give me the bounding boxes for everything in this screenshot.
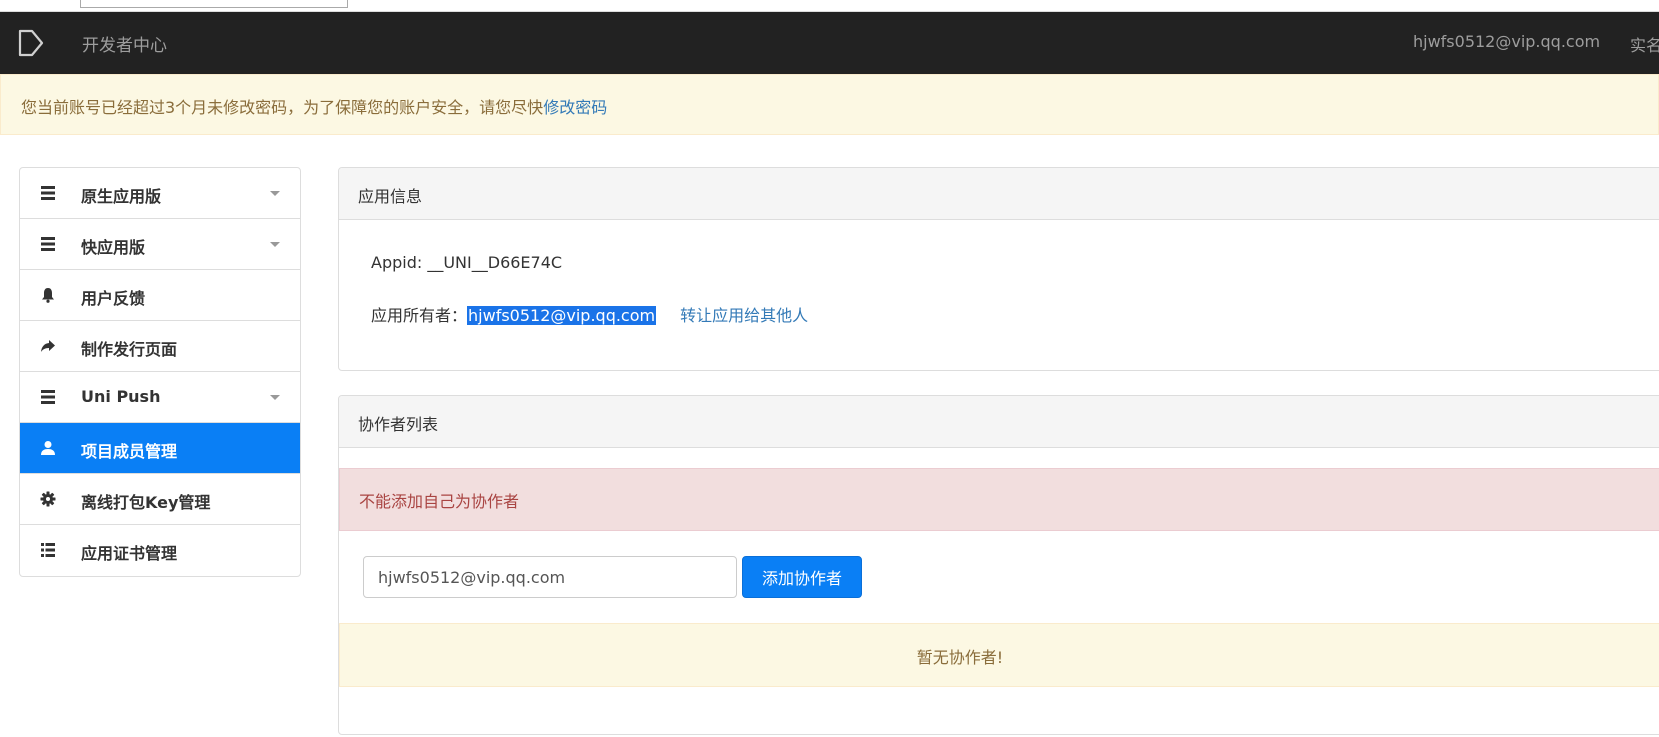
collaborators-heading: 协作者列表 [339,396,1659,448]
appid-row: Appid: __UNI__D66E74C [371,253,562,272]
top-navbar: 开发者中心 hjwfs0512@vip.qq.com 实名 [0,12,1659,74]
sidebar-item-quick-app[interactable]: 快应用版 [20,219,300,270]
user-icon [41,441,55,455]
owner-label: 应用所有者： [371,306,468,325]
sidebar-item-certificate[interactable]: 应用证书管理 [20,525,300,576]
add-collaborator-button[interactable]: 添加协作者 [742,556,862,598]
gear-icon [40,491,56,507]
change-password-link[interactable]: 修改密码 [543,98,607,117]
bell-icon [42,288,54,303]
logo-icon[interactable] [18,29,44,57]
sidebar: 原生应用版 快应用版 用户反馈 制作发行页面 Uni Push 项目成员管理 离… [19,167,301,577]
sidebar-item-label: 用户反馈 [81,289,146,308]
chevron-down-icon [270,191,280,196]
empty-collaborators-alert: 暂无协作者! [339,623,1659,687]
error-alert: 不能添加自己为协作者 [339,468,1659,531]
sidebar-item-label: 原生应用版 [81,187,162,206]
browser-strip [0,0,1659,12]
password-alert-text: 您当前账号已经超过3个月未修改密码，为了保障您的账户安全，请您尽快修改密码 [21,94,607,118]
app-info-heading: 应用信息 [339,168,1659,220]
list-icon [41,237,55,251]
owner-email: hjwfs0512@vip.qq.com [467,306,657,325]
list-icon [41,390,55,404]
sidebar-item-members[interactable]: 项目成员管理 [20,423,300,474]
app-info-panel: 应用信息 Appid: __UNI__D66E74C 应用所有者：hjwfs05… [338,167,1659,371]
chevron-down-icon [270,242,280,247]
sidebar-item-label: 离线打包Key管理 [81,493,211,512]
chevron-down-icon [270,395,280,400]
user-email-link[interactable]: hjwfs0512@vip.qq.com [1413,32,1600,51]
sidebar-item-uni-push[interactable]: Uni Push [20,372,300,423]
sidebar-item-release-page[interactable]: 制作发行页面 [20,321,300,372]
browser-address-input[interactable] [80,0,348,8]
list-detail-icon [41,543,55,557]
empty-collaborators-text: 暂无协作者! [916,648,1004,667]
collaborator-email-input[interactable] [363,556,737,598]
sidebar-item-label: Uni Push [81,387,161,406]
password-alert: 您当前账号已经超过3个月未修改密码，为了保障您的账户安全，请您尽快修改密码 [0,74,1659,135]
sidebar-item-offline-key[interactable]: 离线打包Key管理 [20,474,300,525]
app-info-title: 应用信息 [358,187,423,206]
error-alert-text: 不能添加自己为协作者 [359,492,520,511]
brand-title[interactable]: 开发者中心 [82,31,167,56]
appid-value: __UNI__D66E74C [427,253,563,272]
collaborators-title: 协作者列表 [358,415,439,434]
sidebar-item-feedback[interactable]: 用户反馈 [20,270,300,321]
realname-link[interactable]: 实名 [1630,32,1659,56]
appid-label: Appid: [371,253,428,272]
sidebar-item-label: 项目成员管理 [81,442,178,461]
sidebar-item-label: 应用证书管理 [81,544,178,563]
sidebar-item-native-app[interactable]: 原生应用版 [20,168,300,219]
transfer-app-link[interactable]: 转让应用给其他人 [680,306,808,325]
share-arrow-icon [41,340,55,352]
collaborators-panel: 协作者列表 不能添加自己为协作者 添加协作者 暂无协作者! [338,395,1659,735]
sidebar-item-label: 制作发行页面 [81,340,178,359]
list-icon [41,186,55,200]
owner-row: 应用所有者：hjwfs0512@vip.qq.com 转让应用给其他人 [371,302,808,326]
alert-message: 您当前账号已经超过3个月未修改密码，为了保障您的账户安全，请您尽快 [21,98,544,117]
sidebar-item-label: 快应用版 [81,238,146,257]
